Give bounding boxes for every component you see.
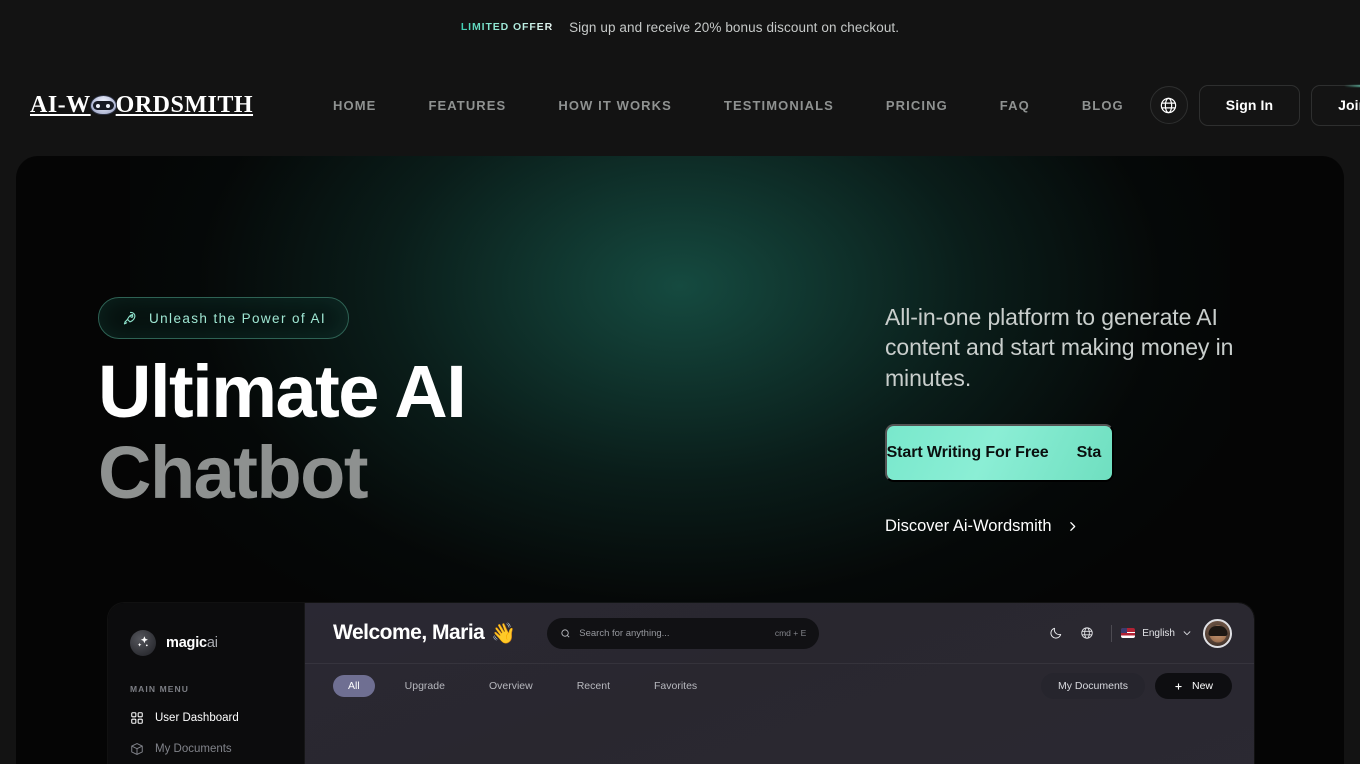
announcement-bar: LIMITED OFFER Sign up and receive 20% bo… [0,0,1360,54]
nav-item-blog[interactable]: BLOG [1056,90,1150,121]
hero-badge-label: Unleash the Power of AI [149,310,327,326]
brand-logo[interactable]: AI-W ORDSMITH [30,92,253,119]
nav-links: HOME FEATURES HOW IT WORKS TESTIMONIALS … [307,90,1150,121]
dashboard-language-button[interactable] [1071,618,1102,649]
hero-title-line-1: Ultimate AI [98,350,467,433]
sign-in-button[interactable]: Sign In [1198,84,1301,126]
start-writing-free-button[interactable]: ee Start Writing For Free Sta [885,424,1114,482]
sidebar-item-my-documents[interactable]: My Documents [130,742,304,756]
dashboard-logo-bold: magic [166,635,207,651]
nav-item-faq[interactable]: FAQ [974,90,1056,121]
box-icon [131,743,143,755]
user-avatar[interactable] [1203,618,1232,648]
dashboard-logo[interactable]: magicai [130,630,304,656]
grid-icon [131,712,143,724]
tab-all[interactable]: All [333,675,375,697]
nav-actions: Sign In Join Hub [1149,84,1360,126]
sparkle-icon [130,630,156,656]
announcement-text: Sign up and receive 20% bonus discount o… [569,19,900,35]
nav-item-home[interactable]: HOME [307,90,402,121]
hero-badge: Unleash the Power of AI [98,297,350,339]
dashboard-logo-text: magicai [166,635,218,651]
dashboard-welcome-title: Welcome, Maria [333,621,485,644]
dashboard-search-input[interactable]: Search for anything... cmd + E [547,617,820,649]
new-button[interactable]: New [1154,673,1232,699]
dashboard-topbar: Welcome, Maria 👋 Search for anything... … [305,603,1254,664]
dashboard-sidebar: magicai MAIN MENU User Dashboard My Docu… [108,603,305,764]
moon-icon [1050,627,1061,639]
language-label: English [1142,627,1175,639]
hero-title: Ultimate AI Chatbot [98,350,467,515]
nav-item-testimonials[interactable]: TESTIMONIALS [698,90,860,121]
nav-item-how-it-works[interactable]: HOW IT WORKS [532,90,698,121]
brand-name-after: ORDSMITH [115,91,254,118]
search-icon [561,628,570,637]
tab-favorites[interactable]: Favorites [632,680,719,692]
my-documents-button[interactable]: My Documents [1040,673,1145,699]
flag-icon [1121,628,1136,638]
hero-subtitle: All-in-one platform to generate AI conte… [885,304,1234,391]
hero-section: Unleash the Power of AI Ultimate AI Chat… [16,156,1344,764]
dashboard-search-shortcut: cmd + E [774,628,807,638]
plus-icon [1175,682,1182,690]
dashboard-header-actions: English [1040,618,1232,649]
announcement-tag: LIMITED OFFER [460,21,554,33]
dashboard-search-placeholder: Search for anything... [579,627,670,639]
sidebar-item-user-dashboard[interactable]: User Dashboard [130,711,304,725]
language-dropdown[interactable]: English [1121,628,1192,639]
tab-overview[interactable]: Overview [467,680,555,692]
cta-label-partial-right: Sta [1076,444,1102,461]
rocket-icon [123,311,136,324]
main-navbar: AI-W ORDSMITH HOME FEATURES HOW IT WORKS… [0,54,1360,156]
brand-name-before: AI-W [30,91,91,118]
chevron-down-icon [1183,631,1191,636]
dashboard-tab-actions: My Documents New [1040,673,1232,699]
chevron-right-icon [1069,522,1075,531]
dashboard-filter-tabs: All Upgrade Overview Recent Favorites My… [305,664,1254,708]
sidebar-item-label: User Dashboard [155,712,239,724]
dashboard-main: Welcome, Maria 👋 Search for anything... … [305,603,1254,764]
cta-marquee: ee Start Writing For Free Sta [886,444,1102,462]
divider [1111,624,1113,642]
new-button-label: New [1191,680,1213,692]
robot-head-icon [89,95,117,115]
nav-item-features[interactable]: FEATURES [402,90,532,121]
language-selector-button[interactable] [1149,86,1188,124]
theme-toggle-button[interactable] [1040,618,1071,649]
dashboard-preview: magicai MAIN MENU User Dashboard My Docu… [108,603,1254,764]
dashboard-logo-light: ai [206,635,218,651]
sidebar-section-label: MAIN MENU [130,684,190,694]
globe-icon [1081,627,1093,639]
join-hub-button[interactable]: Join Hub [1311,84,1360,126]
tab-recent[interactable]: Recent [555,680,632,692]
globe-icon [1161,97,1177,113]
discover-link[interactable]: Discover Ai-Wordsmith [885,517,1079,536]
discover-link-label: Discover Ai-Wordsmith [885,517,1052,535]
nav-item-pricing[interactable]: PRICING [860,90,974,121]
wave-emoji-icon: 👋 [491,622,517,645]
sidebar-item-label: My Documents [155,743,232,755]
cta-label: Start Writing For Free [886,444,1049,461]
tab-upgrade[interactable]: Upgrade [383,680,467,692]
hero-title-line-2: Chatbot [98,431,369,515]
